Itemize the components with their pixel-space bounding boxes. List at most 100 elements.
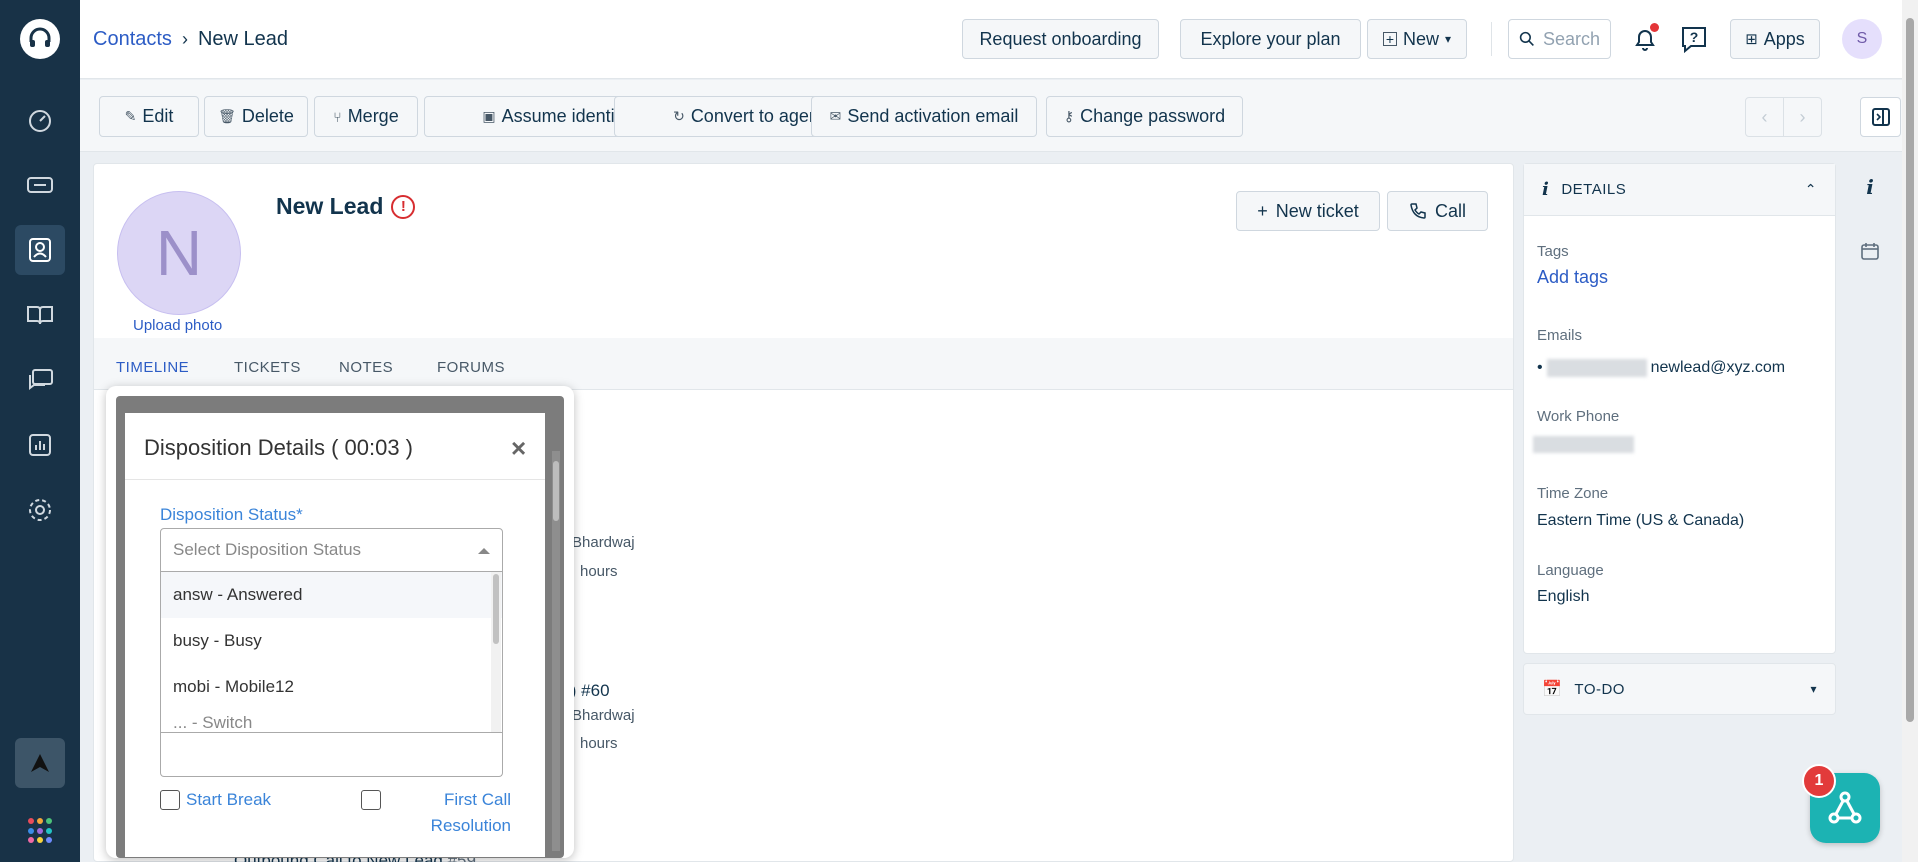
- new-dropdown-button[interactable]: + New ▾: [1367, 19, 1467, 59]
- contact-name-heading: New Lead !: [276, 193, 416, 220]
- info-icon[interactable]: i: [1855, 172, 1885, 202]
- apps-grid-icon: ⊞: [1745, 31, 1758, 48]
- first-call-resolution-checkbox[interactable]: First Call Resolution: [361, 790, 511, 839]
- header-divider: [1491, 22, 1492, 56]
- forums-icon[interactable]: [15, 355, 65, 405]
- chevron-down-icon: ▾: [1810, 682, 1817, 696]
- disposition-option[interactable]: mobi - Mobile12: [161, 664, 502, 710]
- apps-button[interactable]: ⊞ Apps: [1730, 19, 1820, 59]
- notifications-bell-icon[interactable]: [1625, 19, 1665, 59]
- redacted-email-prefix: [1546, 359, 1647, 377]
- page-scrollbar[interactable]: [1902, 0, 1918, 862]
- tickets-icon[interactable]: [15, 160, 65, 210]
- start-break-checkbox[interactable]: Start Break: [160, 790, 271, 810]
- add-tags-link[interactable]: Add tags: [1537, 267, 1608, 288]
- disposition-option[interactable]: answ - Answered: [161, 572, 502, 618]
- disposition-option[interactable]: busy - Busy: [161, 618, 502, 664]
- trash-icon: 🗑: [218, 108, 236, 124]
- timeline-agent-name: Bhardwaj: [572, 707, 635, 724]
- edit-label: Edit: [142, 106, 174, 126]
- contact-action-toolbar: ✎ Edit 🗑 Delete ⑂ Merge ▣ Assume identity ↻ C…: [80, 80, 1902, 152]
- tab-timeline[interactable]: TIMELINE: [116, 359, 189, 376]
- user-avatar[interactable]: S: [1842, 19, 1882, 59]
- calendar-icon: 📅: [1542, 681, 1563, 698]
- time-zone-value: Eastern Time (US & Canada): [1537, 512, 1745, 529]
- call-button[interactable]: Call: [1387, 191, 1488, 231]
- tab-tickets[interactable]: TICKETS: [234, 359, 301, 376]
- options-scrollbar[interactable]: [491, 572, 501, 732]
- checkbox-box[interactable]: [160, 790, 180, 810]
- help-icon[interactable]: ?: [1674, 19, 1714, 59]
- page-scrollbar-thumb[interactable]: [1906, 18, 1914, 722]
- reports-icon[interactable]: [15, 420, 65, 470]
- chevron-up-icon: ⌃: [1804, 181, 1817, 197]
- breadcrumb-contacts-link[interactable]: Contacts: [93, 28, 172, 51]
- knowledge-base-icon[interactable]: [15, 290, 65, 340]
- change-password-label: Change password: [1080, 106, 1226, 126]
- notification-dot: [1650, 23, 1659, 32]
- language-value: English: [1537, 588, 1590, 605]
- details-panel-header[interactable]: i DETAILS ⌃: [1524, 164, 1835, 216]
- close-icon[interactable]: ×: [511, 433, 526, 464]
- time-zone-label: Time Zone: [1537, 485, 1609, 502]
- search-input[interactable]: Search: [1508, 19, 1611, 59]
- merge-label: Merge: [347, 106, 399, 126]
- contact-avatar: N: [117, 191, 241, 315]
- call-widget-overlay: Disposition Details ( 00:03 ) × Disposit…: [116, 396, 564, 858]
- tab-forums[interactable]: FORUMS: [437, 359, 505, 376]
- widget-scrollbar-thumb[interactable]: [553, 461, 559, 521]
- merge-icon: ⑂: [333, 108, 342, 125]
- send-activation-email-button[interactable]: ✉ Send activation email: [811, 96, 1037, 137]
- contact-tabs: TIMELINE TICKETS NOTES FORUMS: [94, 338, 1513, 390]
- request-onboarding-button[interactable]: Request onboarding: [962, 19, 1159, 59]
- sidebar-toggle-icon[interactable]: [1860, 97, 1901, 137]
- tab-notes[interactable]: NOTES: [339, 359, 393, 376]
- new-ticket-button[interactable]: + New ticket: [1236, 191, 1380, 231]
- app-shortcut-icon[interactable]: [15, 738, 65, 788]
- disposition-option[interactable]: ... - Switch: [161, 710, 502, 732]
- dashboard-icon[interactable]: [15, 96, 65, 146]
- widget-scrollbar[interactable]: [552, 451, 560, 851]
- disposition-status-label: Disposition Status*: [160, 505, 303, 524]
- svg-text:?: ?: [1690, 29, 1699, 45]
- freshdesk-logo-icon[interactable]: [20, 19, 60, 59]
- warning-exclamation-icon[interactable]: !: [391, 194, 416, 219]
- chevron-down-icon: ▾: [1444, 32, 1452, 46]
- identity-icon: ▣: [482, 108, 496, 124]
- change-password-button[interactable]: ⚷ Change password: [1046, 96, 1243, 137]
- checkbox-box[interactable]: [361, 790, 381, 810]
- next-contact-chevron-icon[interactable]: ›: [1783, 97, 1822, 137]
- timeline-time: hours: [580, 563, 618, 580]
- disposition-options-list: answ - Answered busy - Busy mobi - Mobil…: [160, 572, 503, 733]
- email-value[interactable]: • newlead@xyz.com: [1537, 359, 1785, 377]
- email-text: newlead@xyz.com: [1650, 359, 1786, 376]
- tags-label: Tags: [1537, 243, 1569, 260]
- previous-contact-chevron-icon[interactable]: ‹: [1745, 97, 1784, 137]
- modal-divider: [125, 479, 545, 480]
- call-label: Call: [1434, 200, 1466, 221]
- options-scrollbar-thumb[interactable]: [493, 574, 499, 644]
- search-icon: [1519, 31, 1534, 46]
- calendar-icon[interactable]: [1855, 236, 1885, 266]
- contact-name: New Lead: [276, 193, 384, 219]
- new-ticket-label: New ticket: [1275, 200, 1359, 221]
- delete-button[interactable]: 🗑 Delete: [204, 96, 308, 137]
- app-switcher-icon[interactable]: [28, 818, 54, 844]
- upload-photo-link[interactable]: Upload photo: [133, 317, 222, 334]
- edit-button[interactable]: ✎ Edit: [99, 96, 199, 137]
- breadcrumb-current: New Lead: [197, 28, 288, 50]
- settings-gear-icon[interactable]: [15, 485, 65, 535]
- assume-identity-label: Assume identity: [501, 106, 629, 126]
- convert-to-agent-label: Convert to agent: [690, 106, 824, 126]
- merge-button[interactable]: ⑂ Merge: [314, 96, 418, 137]
- disposition-modal: Disposition Details ( 00:03 ) × Disposit…: [125, 413, 545, 857]
- contacts-icon[interactable]: [15, 225, 65, 275]
- disposition-status-select[interactable]: Select Disposition Status: [160, 528, 503, 572]
- todo-panel-header[interactable]: 📅 TO-DO ▾: [1523, 663, 1836, 715]
- send-activation-email-label: Send activation email: [847, 106, 1019, 126]
- explore-plan-button[interactable]: Explore your plan: [1180, 19, 1361, 59]
- disposition-notes-textarea[interactable]: [160, 733, 503, 777]
- breadcrumb-chevron-icon: ›: [181, 29, 188, 49]
- left-navigation: [0, 0, 80, 862]
- key-icon: ⚷: [1063, 108, 1075, 124]
